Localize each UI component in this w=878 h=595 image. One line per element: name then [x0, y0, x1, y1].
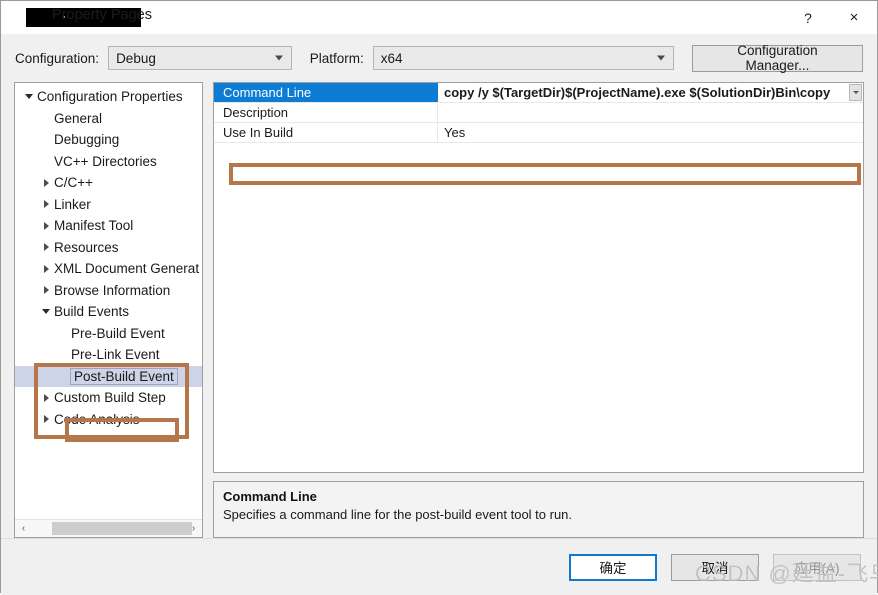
tree-item-label: Custom Build Step: [54, 390, 166, 406]
configuration-manager-button[interactable]: Configuration Manager...: [691, 43, 863, 73]
property-grid[interactable]: Command Line copy /y $(TargetDir)$(Projec…: [213, 82, 864, 473]
tree-item-pre-link-event[interactable]: Pre-Link Event: [15, 344, 202, 366]
chevron-down-icon: [852, 91, 859, 94]
property-row[interactable]: Use In Build Yes: [214, 123, 863, 143]
tree-item-linker[interactable]: Linker: [15, 194, 202, 216]
tree-item-pre-build-event[interactable]: Pre-Build Event: [15, 323, 202, 345]
tree-item-xml-document-generat[interactable]: XML Document Generat: [15, 258, 202, 280]
chevron-right-icon[interactable]: [38, 264, 54, 273]
property-value[interactable]: [438, 103, 863, 122]
tree-item-post-build-event[interactable]: Post-Build Event: [15, 365, 202, 387]
tree-item-general[interactable]: General: [15, 108, 202, 130]
tree-item-build-events[interactable]: Build Events: [15, 301, 202, 323]
configuration-tree-panel: Configuration Properties General Debugging…: [14, 82, 203, 538]
platform-value: x64: [380, 50, 403, 66]
tree-item-manifest-tool[interactable]: Manifest Tool: [15, 215, 202, 237]
property-value[interactable]: Yes: [438, 123, 863, 142]
platform-label: Platform:: [309, 50, 364, 66]
tree-item-resources[interactable]: Resources: [15, 237, 202, 259]
tree-item-label: Pre-Build Event: [71, 325, 165, 341]
property-name: Use In Build: [214, 123, 438, 142]
tree-item-label: XML Document Generat: [54, 261, 200, 277]
chevron-right-icon[interactable]: [38, 243, 54, 252]
configuration-label: Configuration:: [15, 50, 100, 66]
window-title: Property Pages: [52, 7, 152, 23]
property-name: Description: [214, 103, 438, 122]
title-bar-buttons: ? ×: [785, 1, 877, 34]
tree-item-configuration-properties[interactable]: Configuration Properties: [15, 86, 202, 108]
scrollbar-track[interactable]: [32, 520, 192, 537]
dialog-footer: 确定 取消 应用(A): [1, 538, 877, 595]
tree-item-label: Manifest Tool: [54, 218, 134, 234]
description-pane: Command Line Specifies a command line fo…: [213, 481, 864, 538]
chevron-right-icon[interactable]: [38, 178, 54, 187]
tree-item-label: Linker: [54, 196, 91, 212]
configuration-select[interactable]: Debug: [108, 46, 292, 70]
tree-item-label: Post-Build Event: [70, 367, 178, 385]
property-pages-dialog: Property Pages ? × Configuration: Debug …: [0, 0, 878, 595]
configuration-tree[interactable]: Configuration Properties General Debugging…: [15, 83, 202, 519]
tree-item-label: Pre-Link Event: [71, 347, 160, 363]
chevron-down-icon: [274, 55, 283, 61]
platform-select[interactable]: x64: [372, 46, 674, 70]
dialog-body: Configuration Properties General Debugging…: [1, 82, 877, 538]
value-dropdown-button[interactable]: [849, 84, 862, 101]
tree-item-custom-build-step[interactable]: Custom Build Step: [15, 387, 202, 409]
description-text: Specifies a command line for the post-bu…: [223, 507, 573, 522]
tree-item-label: Code Analysis: [54, 411, 140, 427]
tree-item-label: Configuration Properties: [37, 89, 183, 105]
description-title: Command Line: [223, 489, 317, 504]
configuration-toolbar: Configuration: Debug Platform: x64 Confi…: [1, 34, 877, 82]
property-value[interactable]: copy /y $(TargetDir)$(ProjectName).exe $…: [438, 83, 863, 102]
scrollbar-thumb[interactable]: [52, 522, 192, 535]
tree-item-label: Resources: [54, 239, 119, 255]
property-area: Command Line copy /y $(TargetDir)$(Projec…: [213, 82, 864, 538]
property-value-text: Yes: [444, 125, 466, 140]
help-icon[interactable]: ?: [785, 1, 831, 34]
tree-item-label: VC++ Directories: [54, 153, 157, 169]
tree-item-vc-directories[interactable]: VC++ Directories: [15, 151, 202, 173]
tree-item-code-analysis[interactable]: Code Analysis: [15, 409, 202, 431]
chevron-down-icon[interactable]: [21, 94, 37, 100]
configuration-value: Debug: [116, 50, 156, 66]
tree-item-label: Debugging: [54, 132, 120, 148]
chevron-right-icon[interactable]: [38, 286, 54, 295]
property-value-text: copy /y $(TargetDir)$(ProjectName).exe $…: [444, 85, 831, 100]
chevron-down-icon[interactable]: [38, 309, 54, 315]
close-icon[interactable]: ×: [831, 1, 877, 34]
apply-button[interactable]: 应用(A): [773, 553, 861, 581]
chevron-right-icon[interactable]: [38, 200, 54, 209]
property-name: Command Line: [214, 83, 438, 102]
property-row[interactable]: Command Line copy /y $(TargetDir)$(Projec…: [214, 83, 863, 103]
chevron-right-icon[interactable]: [38, 415, 54, 424]
tree-item-label: C/C++: [54, 175, 94, 191]
title-bar: Property Pages ? ×: [1, 1, 877, 34]
chevron-right-icon[interactable]: [38, 221, 54, 230]
cancel-button[interactable]: 取消: [671, 553, 759, 581]
property-row[interactable]: Description: [214, 103, 863, 123]
tree-item-c-c[interactable]: C/C++: [15, 172, 202, 194]
ok-button[interactable]: 确定: [569, 553, 657, 581]
tree-item-debugging[interactable]: Debugging: [15, 129, 202, 151]
tree-item-label: Build Events: [54, 304, 130, 320]
tree-item-label: Browse Information: [54, 282, 171, 298]
scroll-left-icon[interactable]: ‹: [15, 520, 32, 537]
tree-item-label: General: [54, 110, 103, 126]
chevron-right-icon[interactable]: [38, 393, 54, 402]
chevron-down-icon: [656, 55, 665, 61]
tree-horizontal-scrollbar[interactable]: ‹ ›: [15, 519, 202, 537]
tree-item-browse-information[interactable]: Browse Information: [15, 280, 202, 302]
